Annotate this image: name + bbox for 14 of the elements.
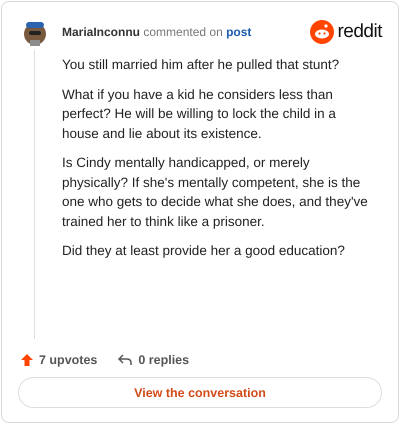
post-link[interactable]: post xyxy=(226,25,252,39)
comment-paragraph: Did they at least provide her a good education? xyxy=(62,242,346,260)
action-text: commented on xyxy=(143,25,223,39)
alien-logo-icon xyxy=(310,20,334,44)
comment-paragraph: You still married him after he pulled that stunt? xyxy=(62,56,340,74)
upvote-icon xyxy=(20,353,34,367)
reply-count: 0 replies xyxy=(138,353,190,367)
upvote-count: 7 upvotes xyxy=(39,353,98,367)
reply-icon xyxy=(117,353,134,367)
logo-wordmark: reddit xyxy=(337,21,382,43)
comment-paragraph: What if you have a kid he considers less than perfect? He will be willing to lock the child in a house and lie about its existence. xyxy=(62,86,337,142)
view-conversation-button[interactable]: View the conversation xyxy=(18,377,382,408)
comment-paragraph: Is Cindy mentally handicapped, or merely physically? If she's mentally competent, she is the one who gets to decide what she does, and they've trained her to think like a prisoner. xyxy=(62,154,369,231)
username[interactable]: MariaInconnu xyxy=(62,25,140,39)
